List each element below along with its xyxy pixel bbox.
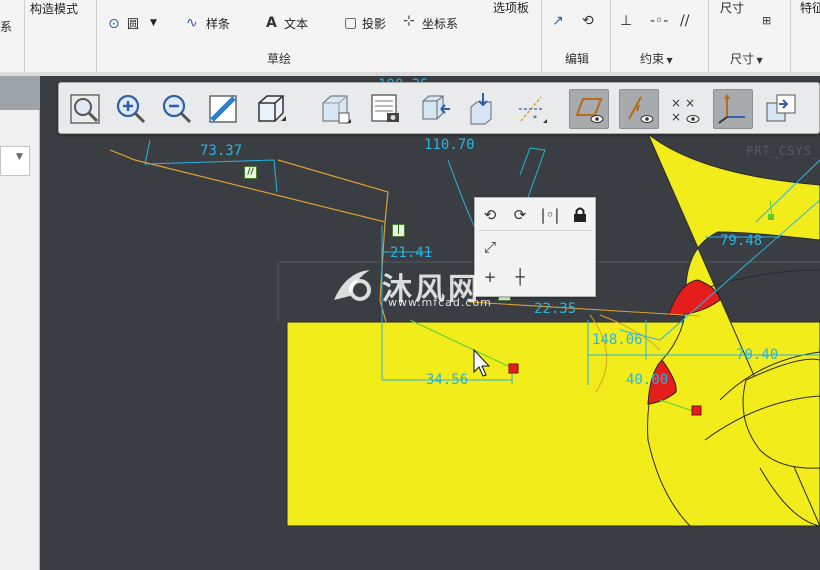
dimension-label[interactable]: 148.06 [592, 333, 643, 347]
dimension-label[interactable]: 34.56 [426, 373, 468, 387]
watermark-logo-icon [334, 270, 371, 301]
csys-label: PRT_CSYS [746, 144, 812, 158]
watermark: 沐风网 www.mfcad.com [330, 264, 500, 309]
dimension-icon[interactable]: ⤢ [479, 236, 501, 258]
vertical-constraint-marker[interactable]: | [392, 224, 405, 237]
dimension-label[interactable]: 22.35 [534, 302, 576, 316]
section-icon[interactable] [463, 89, 503, 129]
perspective-icon[interactable] [415, 89, 455, 129]
dimension-label[interactable]: 21.41 [390, 246, 432, 260]
dimension-label[interactable]: 79.48 [720, 234, 762, 248]
sketch-point-2 [691, 405, 702, 416]
zoom-out-icon[interactable] [157, 89, 197, 129]
display-style-icon[interactable] [251, 89, 291, 129]
svg-text:×: × [671, 96, 681, 110]
vertical-icon[interactable]: ┼ [509, 266, 531, 288]
graphics-toolbar: * × × × [58, 82, 820, 134]
view-manager-icon[interactable] [365, 89, 405, 129]
disp-vertex-icon[interactable]: × × × [665, 89, 705, 129]
refresh-icon[interactable]: ⟳ [509, 204, 531, 226]
spin-center-icon[interactable] [761, 89, 801, 129]
svg-text:*: * [533, 114, 537, 123]
svg-text:×: × [685, 96, 695, 110]
disp-constraints-icon[interactable] [713, 89, 753, 129]
dimension-label[interactable]: 40.00 [626, 373, 668, 387]
dimension-label[interactable]: 110.70 [424, 138, 475, 152]
mirror-icon[interactable]: |◦| [539, 204, 561, 226]
saved-orientations-icon[interactable] [315, 89, 355, 129]
dimension-label[interactable]: 73.37 [200, 144, 242, 158]
rotate-resize-icon[interactable]: ⟲ [479, 204, 501, 226]
sketch-point-1 [508, 363, 519, 374]
watermark-url: www.mfcad.com [388, 296, 492, 309]
dimension-label[interactable]: 70.40 [736, 348, 778, 362]
pro-engineer-window: 系 构造模式 ⊙ 圆 ▼ ∿ 样条 A 文本 ▢ 投影 ⊹ 坐标系 草绘 选项板… [0, 0, 820, 570]
disp-dim-icon[interactable] [619, 89, 659, 129]
sketch-view-icon[interactable] [569, 89, 609, 129]
lock-icon[interactable] [569, 204, 591, 226]
refit-icon[interactable] [65, 89, 105, 129]
repaint-icon[interactable] [203, 89, 243, 129]
svg-text:×: × [671, 110, 681, 124]
zoom-in-icon[interactable] [111, 89, 151, 129]
datum-display-icon[interactable]: * [511, 89, 551, 129]
parallel-constraint-marker[interactable]: // [244, 166, 257, 179]
